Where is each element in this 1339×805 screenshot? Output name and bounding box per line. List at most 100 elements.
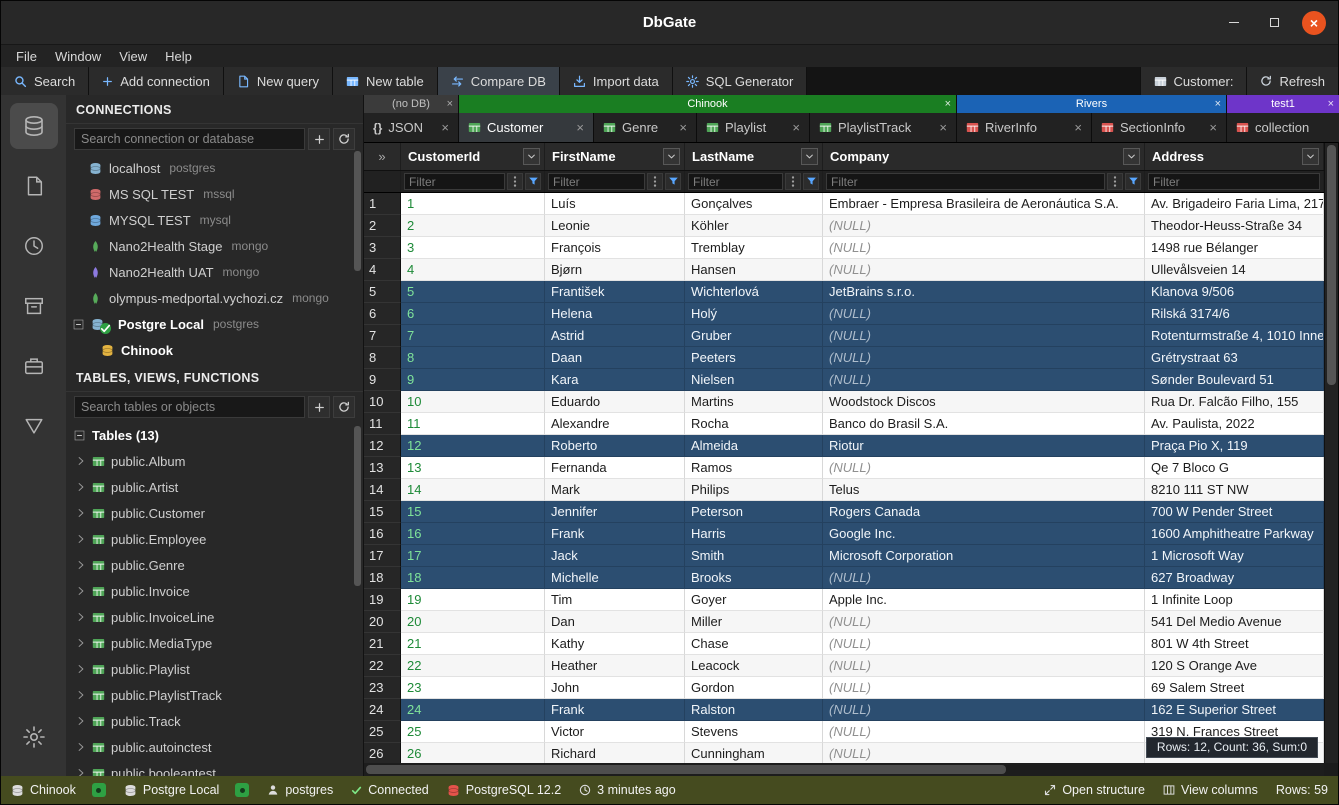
table-item[interactable]: public.Artist: [66, 474, 363, 500]
cell[interactable]: Qe 7 Bloco G: [1145, 457, 1324, 479]
cell-null[interactable]: (NULL): [823, 259, 1145, 281]
cell[interactable]: Nielsen: [685, 369, 823, 391]
cell-null[interactable]: (NULL): [823, 303, 1145, 325]
cell[interactable]: John: [545, 677, 685, 699]
cell[interactable]: Tremblay: [685, 237, 823, 259]
tab-riverinfo[interactable]: RiverInfo×: [957, 113, 1092, 142]
connections-search-input[interactable]: [74, 128, 305, 150]
close-icon[interactable]: ×: [1074, 120, 1082, 135]
row-number[interactable]: 8: [364, 347, 401, 369]
cell[interactable]: Cunningham: [685, 743, 823, 763]
cell[interactable]: Fernanda: [545, 457, 685, 479]
cell[interactable]: Holý: [685, 303, 823, 325]
funnel-icon[interactable]: [525, 173, 541, 190]
toolbar-button-import-data[interactable]: Import data: [560, 67, 673, 95]
cell[interactable]: Wichterlová: [685, 281, 823, 303]
cell[interactable]: Praça Pio X, 119: [1145, 435, 1324, 457]
chevron-right-icon[interactable]: [76, 612, 86, 622]
cell[interactable]: Rotenturmstraße 4, 1010 Innere Stadt: [1145, 325, 1324, 347]
row-number[interactable]: 15: [364, 501, 401, 523]
cell[interactable]: Bjørn: [545, 259, 685, 281]
close-icon[interactable]: ×: [945, 98, 951, 110]
row-number[interactable]: 23: [364, 677, 401, 699]
close-icon[interactable]: ×: [939, 120, 947, 135]
settings-button[interactable]: [10, 714, 58, 760]
toolbar-button-new-table[interactable]: New table: [333, 67, 438, 95]
column-dropdown-icon[interactable]: [1123, 148, 1140, 165]
cell-customerid[interactable]: 22: [401, 655, 545, 677]
cell-customerid[interactable]: 20: [401, 611, 545, 633]
vertical-scrollbar-thumb[interactable]: [1327, 145, 1336, 385]
cell[interactable]: 8210 111 ST NW: [1145, 479, 1324, 501]
cell[interactable]: Philips: [685, 479, 823, 501]
table-row[interactable]: 1212RobertoAlmeidaRioturPraça Pio X, 119: [364, 435, 1324, 457]
column-header-address[interactable]: Address: [1145, 143, 1324, 170]
row-number[interactable]: 1: [364, 193, 401, 215]
row-number[interactable]: 4: [364, 259, 401, 281]
toolbar-button-add-connection[interactable]: Add connection: [89, 67, 224, 95]
column-dropdown-icon[interactable]: [523, 148, 540, 165]
cell-null[interactable]: (NULL): [823, 369, 1145, 391]
filter-input[interactable]: [548, 173, 645, 190]
cell-customerid[interactable]: 3: [401, 237, 545, 259]
cell[interactable]: Luís: [545, 193, 685, 215]
table-row[interactable]: 44BjørnHansen(NULL)Ullevålsveien 14: [364, 259, 1324, 281]
cell-customerid[interactable]: 18: [401, 567, 545, 589]
row-number[interactable]: 7: [364, 325, 401, 347]
close-icon[interactable]: ×: [576, 120, 584, 135]
funnel-icon[interactable]: [803, 173, 819, 190]
cell[interactable]: 1 Infinite Loop: [1145, 589, 1324, 611]
cell-customerid[interactable]: 6: [401, 303, 545, 325]
row-number[interactable]: 3: [364, 237, 401, 259]
table-item[interactable]: public.MediaType: [66, 630, 363, 656]
cell[interactable]: Eduardo: [545, 391, 685, 413]
cell[interactable]: Leonie: [545, 215, 685, 237]
column-dropdown-icon[interactable]: [663, 148, 680, 165]
cell[interactable]: Ullevålsveien 14: [1145, 259, 1324, 281]
row-number[interactable]: 25: [364, 721, 401, 743]
cell-null[interactable]: (NULL): [823, 611, 1145, 633]
table-item[interactable]: public.InvoiceLine: [66, 604, 363, 630]
cell[interactable]: Av. Paulista, 2022: [1145, 413, 1324, 435]
chevron-right-icon[interactable]: [76, 586, 86, 596]
cell[interactable]: Gonçalves: [685, 193, 823, 215]
connection-item[interactable]: Postgre Localpostgres: [66, 311, 363, 337]
cell-customerid[interactable]: 16: [401, 523, 545, 545]
connection-item[interactable]: MYSQL TESTmysql: [66, 207, 363, 233]
cell[interactable]: Dan: [545, 611, 685, 633]
cell[interactable]: Frank: [545, 699, 685, 721]
cell[interactable]: Rilská 3174/6: [1145, 303, 1324, 325]
cell[interactable]: Av. Brigadeiro Faria Lima, 2170: [1145, 193, 1324, 215]
cell[interactable]: Theodor-Heuss-Straße 34: [1145, 215, 1324, 237]
table-item[interactable]: public.Employee: [66, 526, 363, 552]
chevron-right-icon[interactable]: [76, 716, 86, 726]
tables-search-input[interactable]: [74, 396, 305, 418]
row-number[interactable]: 9: [364, 369, 401, 391]
cell[interactable]: Almeida: [685, 435, 823, 457]
table-item[interactable]: public.Customer: [66, 500, 363, 526]
row-number[interactable]: 12: [364, 435, 401, 457]
table-row[interactable]: 1010EduardoMartinsWoodstock DiscosRua Dr…: [364, 391, 1324, 413]
close-icon[interactable]: ×: [1328, 98, 1334, 110]
cell-customerid[interactable]: 26: [401, 743, 545, 763]
column-dropdown-icon[interactable]: [1302, 148, 1319, 165]
cell[interactable]: François: [545, 237, 685, 259]
cell-null[interactable]: (NULL): [823, 567, 1145, 589]
cell[interactable]: Leacock: [685, 655, 823, 677]
row-number[interactable]: 20: [364, 611, 401, 633]
cell[interactable]: Miller: [685, 611, 823, 633]
cell[interactable]: Ramos: [685, 457, 823, 479]
minimize-button[interactable]: [1222, 11, 1246, 35]
cell-customerid[interactable]: 4: [401, 259, 545, 281]
table-item[interactable]: public.booleantest: [66, 760, 363, 776]
table-item[interactable]: public.Track: [66, 708, 363, 734]
cell[interactable]: Alexandre: [545, 413, 685, 435]
cell[interactable]: JetBrains s.r.o.: [823, 281, 1145, 303]
chevron-right-icon[interactable]: [76, 534, 86, 544]
row-number[interactable]: 10: [364, 391, 401, 413]
cell-customerid[interactable]: 13: [401, 457, 545, 479]
cell-null[interactable]: (NULL): [823, 743, 1145, 763]
row-number[interactable]: 18: [364, 567, 401, 589]
table-row[interactable]: 2121KathyChase(NULL)801 W 4th Street: [364, 633, 1324, 655]
cell[interactable]: Chase: [685, 633, 823, 655]
